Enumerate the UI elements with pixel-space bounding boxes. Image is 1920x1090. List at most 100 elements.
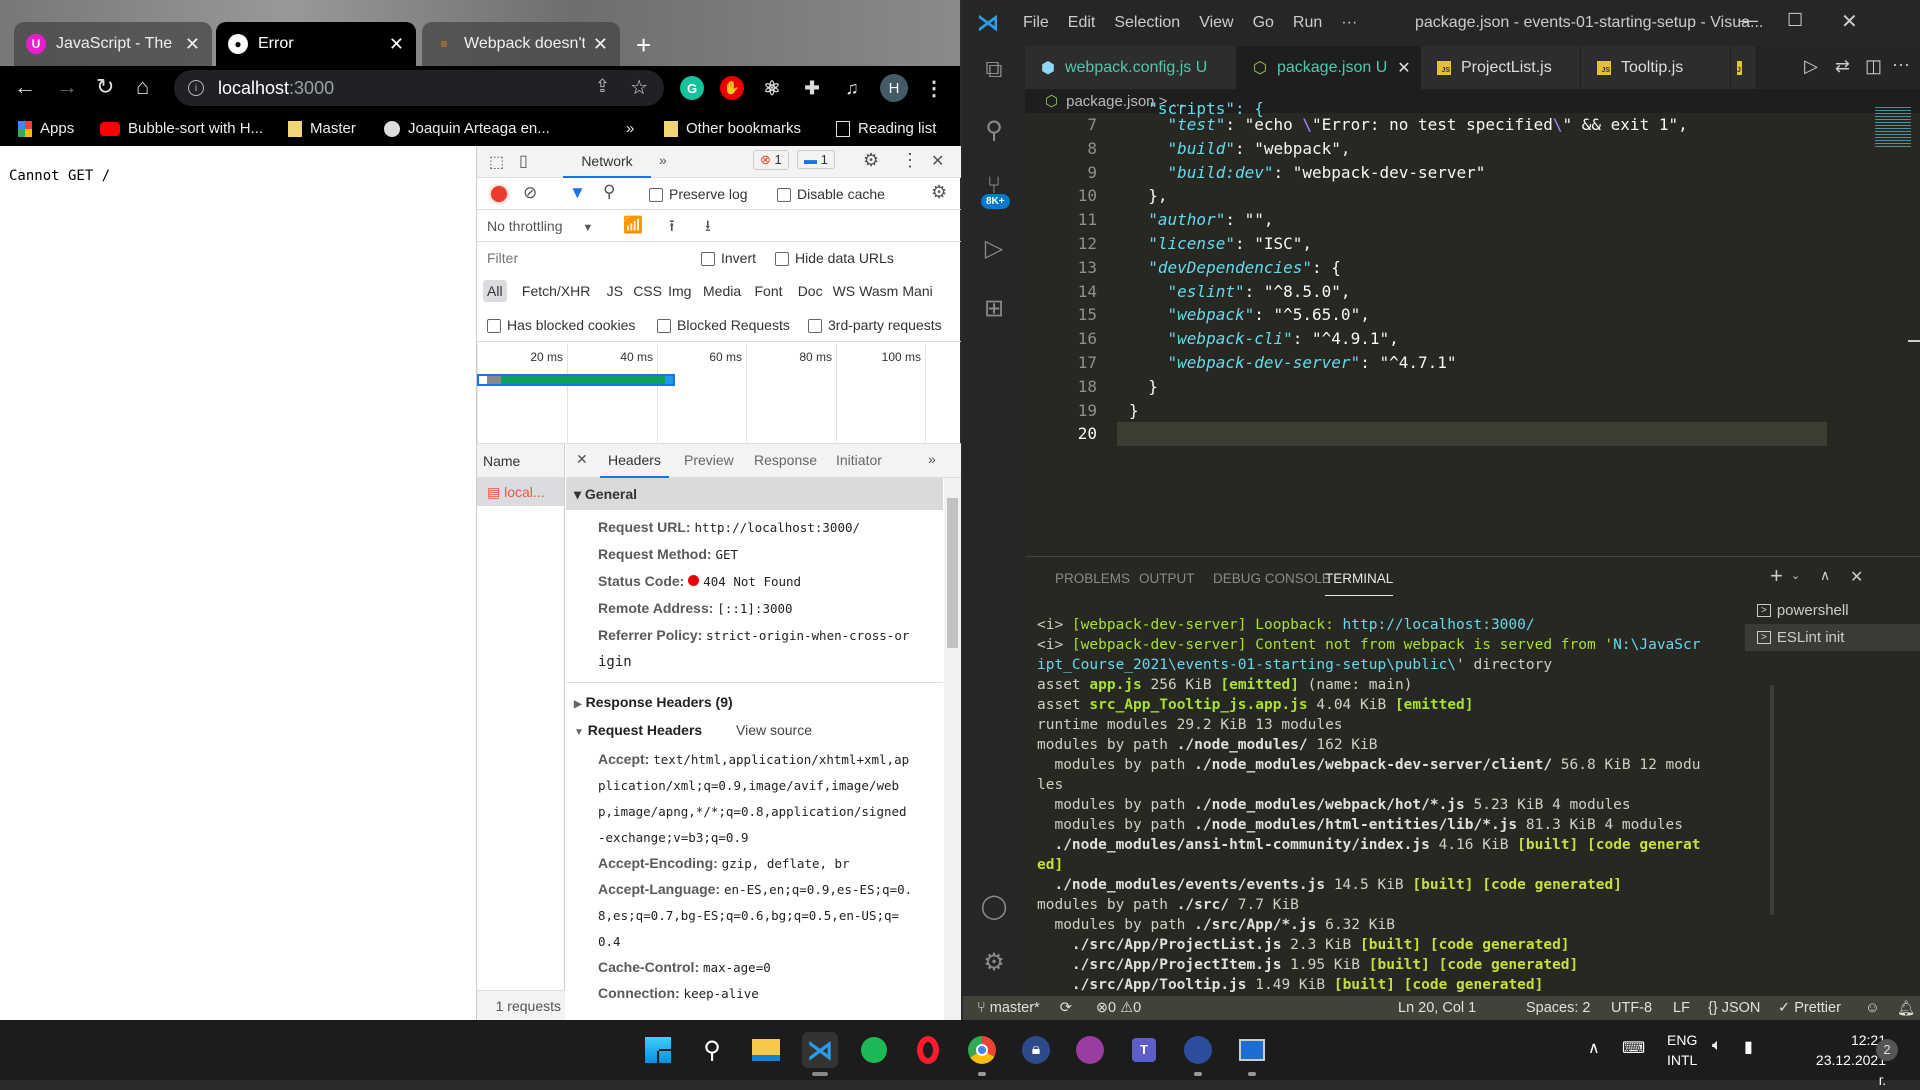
- more-panels-button[interactable]: »: [659, 152, 667, 168]
- bookmarks-overflow-button[interactable]: »: [626, 120, 634, 137]
- panel-tab-problems[interactable]: PROBLEMS: [1055, 571, 1130, 586]
- devtools-menu-icon[interactable]: ⋮: [901, 150, 919, 171]
- show-hidden-icons[interactable]: ∧: [1588, 1038, 1600, 1058]
- terminal-output[interactable]: <i> [webpack-dev-server] Loopback: http:…: [1037, 615, 1737, 995]
- filter-input[interactable]: [481, 247, 681, 269]
- terminal-instance[interactable]: > powershell: [1745, 597, 1920, 624]
- bookmark-star-icon[interactable]: ☆: [630, 75, 648, 100]
- maximize-button[interactable]: ☐: [1787, 10, 1803, 31]
- blocked-requests-checkbox[interactable]: Blocked Requests: [657, 317, 790, 334]
- close-devtools-icon[interactable]: ✕: [931, 151, 944, 171]
- remote-desktop-icon[interactable]: [1234, 1032, 1270, 1076]
- problems-status[interactable]: ⊗0 ⚠0: [1096, 1000, 1141, 1016]
- header-value[interactable]: [::1]:3000: [717, 601, 792, 616]
- prettier-status[interactable]: ✓ Prettier: [1778, 1000, 1841, 1016]
- react-devtools-icon[interactable]: ⚛: [760, 76, 784, 100]
- notifications-bell-icon[interactable]: 🔔︎: [1897, 1000, 1915, 1017]
- media-control-icon[interactable]: ♫: [840, 76, 864, 100]
- search-icon[interactable]: ⚲: [979, 116, 1009, 146]
- import-har-icon[interactable]: ⭱: [669, 215, 675, 242]
- type-filter-all[interactable]: All: [483, 280, 507, 302]
- header-value[interactable]: en-ES,en;q=0.9,es-ES;q=0.: [724, 882, 912, 897]
- type-filter-mani[interactable]: Mani: [898, 280, 936, 302]
- explorer-icon[interactable]: ⧉: [979, 56, 1009, 86]
- menu-selection[interactable]: Selection: [1114, 14, 1180, 32]
- header-value[interactable]: GET: [715, 547, 738, 562]
- code-line[interactable]: "license": "ISC",: [1129, 234, 1312, 253]
- code-line[interactable]: "webpack-dev-server": "^4.7.1": [1129, 353, 1457, 372]
- clock[interactable]: 12:21 23.12.2021 г.: [1806, 1030, 1886, 1090]
- new-tab-button[interactable]: +: [636, 30, 651, 61]
- message-count-badge[interactable]: ▬ 1: [797, 150, 835, 169]
- code-line[interactable]: },: [1129, 186, 1167, 205]
- third-party-requests-checkbox[interactable]: 3rd-party requests: [808, 317, 942, 334]
- opera-icon[interactable]: [910, 1032, 946, 1068]
- has-blocked-cookies-checkbox[interactable]: Has blocked cookies: [487, 317, 635, 334]
- extensions-puzzle-icon[interactable]: ✚: [800, 76, 824, 100]
- bookmark-item[interactable]: Bubble-sort with H...: [100, 120, 263, 137]
- menu-run[interactable]: Run: [1293, 14, 1322, 32]
- profile-avatar[interactable]: H: [880, 74, 908, 102]
- windows-start-icon[interactable]: [640, 1032, 676, 1068]
- reading-list[interactable]: Reading list: [836, 120, 936, 137]
- header-value[interactable]: max-age=0: [703, 960, 771, 975]
- type-filter-font[interactable]: Font: [751, 280, 787, 302]
- editor-tab-overflow[interactable]: J: [1731, 46, 1757, 89]
- header-value[interactable]: keep-alive: [684, 986, 759, 1001]
- code-line[interactable]: "author": "",: [1129, 210, 1273, 229]
- close-detail-icon[interactable]: ✕: [576, 451, 588, 468]
- panel-tab-debug-console[interactable]: DEBUG CONSOLE: [1213, 571, 1331, 586]
- header-value[interactable]: 0.4: [598, 934, 621, 949]
- browser-tab[interactable]: ≡ Webpack doesn't l ✕: [422, 22, 620, 66]
- name-column-header[interactable]: Name: [477, 444, 564, 478]
- open-changes-icon[interactable]: ⇄: [1835, 56, 1850, 77]
- error-count-badge[interactable]: ⊗ 1: [753, 150, 789, 170]
- terminal-dropdown-icon[interactable]: ⌄: [1791, 569, 1800, 582]
- run-code-icon[interactable]: ▷: [1804, 56, 1818, 77]
- minimap[interactable]: [1875, 107, 1911, 147]
- network-timeline[interactable]: 20 ms 40 ms 60 ms 80 ms 100 ms: [477, 344, 961, 444]
- type-filter-wasm[interactable]: Wasm: [855, 280, 902, 302]
- close-tab-icon[interactable]: ✕: [593, 34, 608, 55]
- request-headers-section[interactable]: ▼ Request Headers View source: [566, 716, 943, 744]
- header-value[interactable]: text/html,application/xhtml+xml,ap: [653, 752, 909, 767]
- bookmark-apps[interactable]: Apps: [18, 120, 74, 137]
- input-language[interactable]: ENG INTL: [1667, 1030, 1697, 1070]
- disable-cache-checkbox[interactable]: Disable cache: [777, 186, 885, 203]
- export-har-icon[interactable]: ⭳: [705, 215, 711, 242]
- editor-tab-active[interactable]: ⬡ package.json U ✕: [1237, 46, 1421, 89]
- header-value[interactable]: gzip, deflate, br: [722, 856, 850, 871]
- network-app-icon[interactable]: [1180, 1032, 1216, 1076]
- close-window-button[interactable]: ✕: [1841, 9, 1858, 34]
- browser-tab[interactable]: U JavaScript - The Co ✕: [14, 22, 212, 66]
- accounts-icon[interactable]: ◯: [979, 892, 1009, 922]
- reload-icon[interactable]: ↻: [96, 74, 114, 100]
- editor-tab[interactable]: ⬢ webpack.config.js U: [1025, 46, 1237, 89]
- back-icon[interactable]: ←: [14, 74, 36, 100]
- request-waterfall-bar[interactable]: [477, 374, 675, 386]
- share-icon[interactable]: ⇪: [595, 76, 610, 97]
- github-desktop-icon[interactable]: [1072, 1032, 1108, 1068]
- spotify-icon[interactable]: [856, 1032, 892, 1068]
- sync-icon[interactable]: ⟳: [1060, 1000, 1072, 1016]
- menu-edit[interactable]: Edit: [1068, 14, 1096, 32]
- teams-icon[interactable]: T: [1126, 1032, 1162, 1068]
- search-icon[interactable]: ⚲: [694, 1032, 730, 1068]
- header-value[interactable]: p,image/apng,*/*;q=0.8,application/signe…: [598, 804, 907, 819]
- header-value[interactable]: 8,es;q=0.7,bg-ES;q=0.6,bg;q=0.5,en-US;q=: [598, 908, 899, 923]
- editor-tab[interactable]: JS ProjectList.js: [1421, 46, 1581, 89]
- editor-tab[interactable]: JS Tooltip.js: [1581, 46, 1731, 89]
- network-conditions-icon[interactable]: 📶: [623, 215, 643, 235]
- vscode-icon[interactable]: ⋊: [802, 1032, 838, 1076]
- terminal-instance[interactable]: > ESLint init: [1745, 624, 1920, 651]
- new-terminal-icon[interactable]: +: [1770, 563, 1783, 589]
- header-value[interactable]: -exchange;v=b3;q=0.9: [598, 830, 749, 845]
- bookmark-item[interactable]: Joaquin Arteaga en...: [384, 120, 550, 137]
- type-filter-media[interactable]: Media: [699, 280, 745, 302]
- code-line[interactable]: }: [1129, 401, 1139, 420]
- address-bar[interactable]: i localhost:3000 ⇪ ☆: [174, 70, 664, 106]
- adblock-icon[interactable]: ✋: [720, 76, 744, 100]
- code-line[interactable]: }: [1129, 377, 1158, 396]
- tab-network[interactable]: Network: [563, 146, 651, 178]
- eol[interactable]: LF: [1673, 1000, 1690, 1016]
